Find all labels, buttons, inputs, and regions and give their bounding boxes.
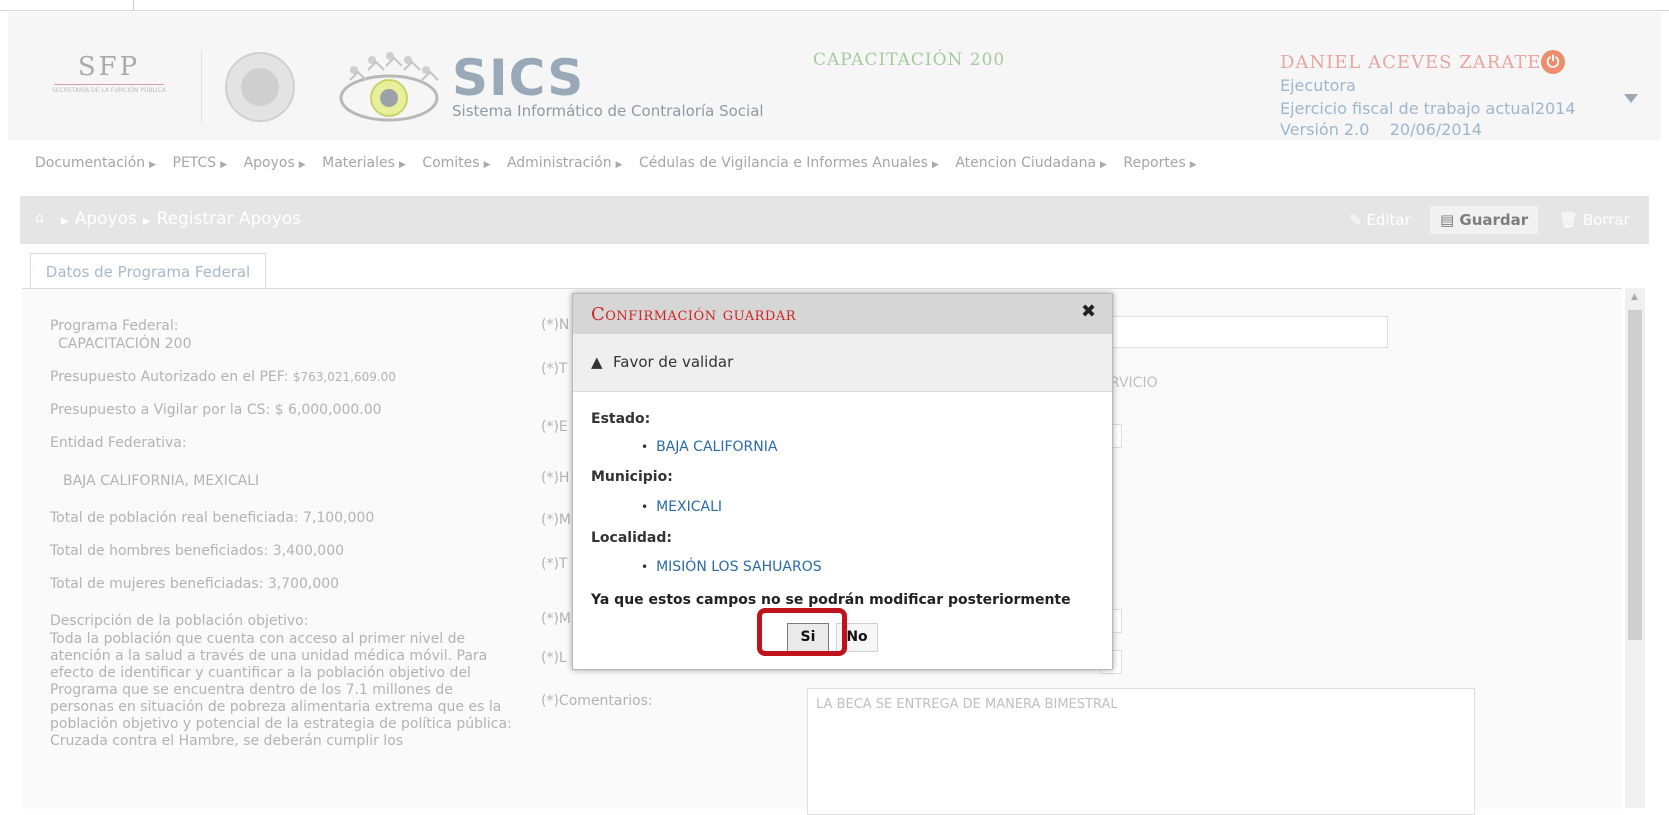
municipio-label: Municipio: <box>591 469 673 485</box>
chevron-down-icon[interactable] <box>1624 94 1638 103</box>
scrollbar[interactable]: ▲ <box>1625 288 1645 808</box>
name-input[interactable] <box>1100 316 1388 348</box>
sfp-logo: SFP SECRETARÍA DE LA FUNCIÓN PÚBLICA <box>52 52 166 94</box>
menu-administracion[interactable]: Administración <box>507 155 612 171</box>
toolbar: ⌂ ▶ Apoyos ▶ Registrar Apoyos ✎ Editar ▤ Gu… <box>20 196 1649 244</box>
comentarios-label: (*)Comentarios: <box>541 693 653 709</box>
presupuesto-cs: Presupuesto a Vigilar por la CS: $ 6,000… <box>50 402 382 418</box>
menu-comites[interactable]: Comites <box>422 155 479 171</box>
highlight-box <box>757 608 847 656</box>
dialog-header: Confirmación guardar ✖ <box>573 294 1112 334</box>
localidad-label: Localidad: <box>591 530 672 546</box>
tipo-value: RVICIO <box>1110 375 1158 391</box>
main-menu: Documentación ▶ PETCS ▶ Apoyos ▶ Materiales… <box>35 155 1197 171</box>
app-subtitle: Sistema Informático de Contraloría Socia… <box>452 102 764 120</box>
mexico-seal-logo <box>225 52 295 122</box>
header: SFP SECRETARÍA DE LA FUNCIÓN PÚBLICA SIC… <box>8 12 1661 140</box>
localidad-value: • MISIÓN LOS SAHUAROS <box>641 559 822 575</box>
field-label: (*)L <box>541 650 567 666</box>
menu-materiales[interactable]: Materiales <box>322 155 395 171</box>
sics-eye-logo <box>339 52 439 122</box>
mujeres: Total de mujeres beneficiadas: 3,700,000 <box>50 576 340 592</box>
trash-icon: 🗑 <box>1559 211 1583 229</box>
user-name: DANIEL ACEVES ZARATE <box>1280 52 1542 73</box>
edit-button[interactable]: ✎ Editar <box>1339 206 1421 234</box>
pencil-icon: ✎ <box>1349 211 1367 229</box>
comentarios-value: LA BECA SE ENTREGA DE MANERA BIMESTRAL <box>816 697 1118 712</box>
save-button[interactable]: ▤ Guardar <box>1430 206 1539 234</box>
user-period: Ejercicio fiscal de trabajo actual2014 <box>1280 99 1576 118</box>
field-label: (*)T <box>541 556 568 572</box>
breadcrumb-registrar: Registrar Apoyos <box>156 209 302 229</box>
field-label: (*)N <box>541 317 570 333</box>
menu-reportes[interactable]: Reportes <box>1123 155 1185 171</box>
field-label: (*)H <box>541 470 570 486</box>
menu-petcs[interactable]: PETCS <box>173 155 217 171</box>
menu-atencion[interactable]: Atencion Ciudadana <box>955 155 1096 171</box>
dialog-title: Confirmación guardar <box>591 304 797 325</box>
home-icon[interactable]: ⌂ <box>35 210 44 226</box>
breadcrumb: ▶ Apoyos ▶ Registrar Apoyos <box>61 209 302 229</box>
menu-cedulas[interactable]: Cédulas de Vigilancia e Informes Anuales <box>639 155 928 171</box>
app-title: SICS <box>452 49 585 107</box>
entidad-label: Entidad Federativa: <box>50 435 187 451</box>
estado-value: • BAJA CALIFORNIA <box>641 439 778 455</box>
user-version: Versión 2.0 20/06/2014 <box>1280 120 1482 139</box>
breadcrumb-apoyos[interactable]: Apoyos <box>75 209 137 229</box>
dialog-note: Ya que estos campos no se podrán modific… <box>591 592 1071 608</box>
tab-datos-programa[interactable]: Datos de Programa Federal <box>30 253 266 290</box>
estado-label: Estado: <box>591 411 651 427</box>
power-icon[interactable]: ⏻ <box>1541 50 1565 74</box>
close-icon[interactable]: ✖ <box>1081 301 1096 322</box>
entidad-value: BAJA CALIFORNIA, MEXICALI <box>63 473 260 489</box>
programa-label: Programa Federal: <box>50 318 179 334</box>
field-label: (*)T <box>541 361 568 377</box>
field-label: (*)E <box>541 419 568 435</box>
descripcion-label: Descripción de la población objetivo: <box>50 613 309 629</box>
municipio-value: • MEXICALI <box>641 499 723 515</box>
menu-apoyos[interactable]: Apoyos <box>244 155 295 171</box>
field-label: (*)M <box>541 512 572 528</box>
delete-button[interactable]: 🗑 Borrar <box>1549 206 1640 234</box>
dialog-warning-bar: ▲ Favor de validar <box>573 334 1112 392</box>
poblacion: Total de población real beneficiada: 7,1… <box>50 510 375 526</box>
menu-documentacion[interactable]: Documentación <box>35 155 145 171</box>
top-border <box>0 0 1669 11</box>
comentarios-textarea[interactable]: LA BECA SE ENTREGA DE MANERA BIMESTRAL <box>807 688 1475 815</box>
program-title: CAPACITACIÓN 200 <box>813 50 1006 70</box>
presupuesto-pef: Presupuesto Autorizado en el PEF: $763,0… <box>50 369 396 385</box>
programa-value: CAPACITACIÓN 200 <box>58 336 192 352</box>
descripcion-text: Toda la población que cuenta con acceso … <box>50 631 512 749</box>
hombres: Total de hombres beneficiados: 3,400,000 <box>50 543 345 559</box>
user-role: Ejecutora <box>1280 76 1356 95</box>
field-label: (*)M <box>541 611 572 627</box>
warning-text: Favor de validar <box>613 353 734 371</box>
warning-icon: ▲ <box>591 353 603 371</box>
save-icon: ▤ <box>1440 211 1460 229</box>
